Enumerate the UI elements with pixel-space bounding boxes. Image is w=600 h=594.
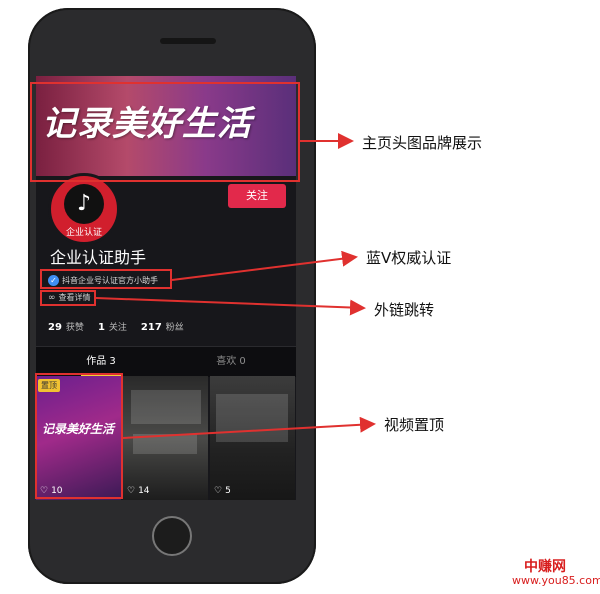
stat-following-label: 关注 (108, 323, 127, 333)
heart-icon: ♡ (127, 486, 136, 496)
thumbnail-screen-block (133, 434, 197, 454)
thumbnail-screen-block (216, 394, 288, 442)
watermark-url: www.you85.com (512, 574, 600, 587)
banner-highlight-box (30, 82, 300, 182)
pin-highlight-box (35, 373, 123, 499)
profile-stats: 29 获赞 1 关注 217 粉丝 (48, 320, 184, 333)
video-thumbnail[interactable]: ♡ 5 (210, 376, 295, 500)
watermark-site-name: 中赚网 (524, 559, 566, 575)
callout-link: 外链跳转 (374, 301, 435, 319)
stat-following[interactable]: 1 关注 (98, 320, 127, 333)
stat-fans[interactable]: 217 粉丝 (141, 320, 184, 333)
thumbnail-screen-block (131, 390, 201, 424)
callout-banner: 主页头图品牌展示 (362, 134, 483, 152)
avatar[interactable]: ♪ 企业认证 (48, 173, 120, 245)
heart-icon: ♡ (214, 486, 223, 496)
video-like-count: 5 (225, 486, 231, 496)
verify-highlight-box (40, 269, 172, 289)
tab-likes[interactable]: 喜欢 0 (166, 347, 296, 377)
tiktok-logo-icon: ♪ (64, 184, 104, 224)
stat-fans-label: 粉丝 (165, 323, 184, 333)
stat-likes-value: 29 (48, 322, 62, 333)
link-highlight-box (40, 290, 96, 306)
avatar-label: 企业认证 (65, 228, 102, 238)
phone-speaker (160, 38, 216, 44)
video-likes: ♡ 5 (214, 486, 231, 496)
follow-button[interactable]: 关注 (228, 184, 286, 208)
stat-likes-label: 获赞 (65, 323, 84, 333)
video-like-count: 14 (138, 486, 150, 496)
video-likes: ♡ 14 (127, 486, 150, 496)
video-thumbnail[interactable]: ♡ 14 (123, 376, 208, 500)
home-button[interactable] (152, 516, 192, 556)
callout-pin: 视频置顶 (384, 416, 445, 434)
stat-likes[interactable]: 29 获赞 (48, 320, 84, 333)
callout-verify: 蓝V权威认证 (366, 249, 452, 267)
stat-following-value: 1 (97, 322, 105, 333)
account-name: 企业认证助手 (50, 248, 147, 267)
stat-fans-value: 217 (140, 322, 162, 333)
